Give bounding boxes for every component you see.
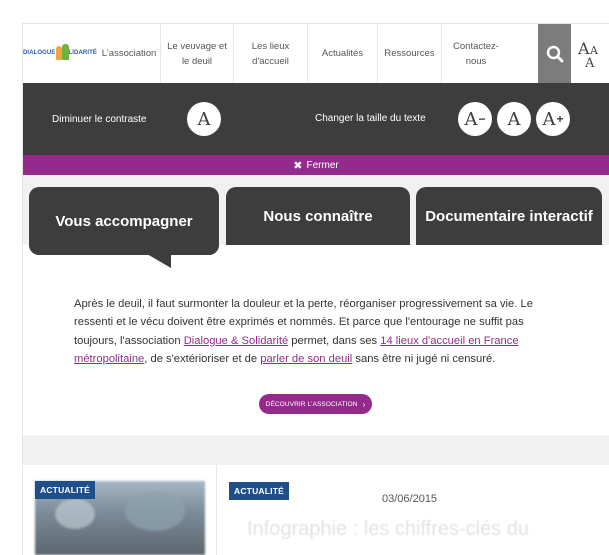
text-normal-button[interactable]: A bbox=[497, 102, 531, 136]
nav-item-label: L'association bbox=[101, 48, 157, 59]
plus-icon: + bbox=[556, 112, 564, 126]
active-tab-pointer bbox=[147, 254, 171, 268]
text-size-icon: A A A bbox=[577, 39, 599, 69]
close-icon: ✖ bbox=[293, 159, 303, 172]
search-button[interactable] bbox=[538, 24, 571, 83]
text-size-toggle-button[interactable]: A A A bbox=[571, 24, 609, 83]
search-icon bbox=[546, 45, 563, 62]
nav-item-label: Contactez-nous bbox=[453, 40, 499, 67]
tab-nous-connaitre[interactable]: Nous connaître bbox=[226, 187, 410, 245]
nav-item-label-line2: d'accueil bbox=[252, 55, 289, 67]
news-date: 03/06/2015 bbox=[382, 493, 438, 505]
news-badge: ACTUALITÉ bbox=[35, 481, 95, 499]
link-dialogue-solidarite[interactable]: Dialogue & Solidarité bbox=[184, 335, 288, 347]
news-divider bbox=[216, 465, 217, 555]
nav-item-label: Actualités bbox=[321, 48, 364, 59]
nav-item-label-line2: le deuil bbox=[181, 55, 213, 67]
main-nav: L'association Le veuvage et le deuil Les… bbox=[98, 24, 510, 83]
contrast-glyph: A bbox=[197, 108, 211, 130]
minus-icon: − bbox=[478, 112, 486, 126]
text-larger-button[interactable]: A + bbox=[536, 102, 570, 136]
intro-text: , de s'extérioriser et de bbox=[144, 352, 261, 365]
text-smaller-glyph: A bbox=[464, 108, 478, 130]
chevron-right-icon: › bbox=[362, 399, 366, 409]
contrast-button[interactable]: A bbox=[187, 102, 221, 136]
tab-label: Nous connaître bbox=[263, 207, 373, 225]
intro-text: sans être ni jugé ni censuré. bbox=[352, 352, 496, 365]
nav-item-ressources[interactable]: Ressources bbox=[377, 24, 441, 83]
accessibility-panel: Diminuer le contraste A Changer la taill… bbox=[23, 83, 609, 155]
discover-association-button[interactable]: DÉCOUVRIR L'ASSOCIATION › bbox=[259, 394, 372, 414]
nav-item-association[interactable]: L'association bbox=[98, 24, 160, 83]
text-smaller-button[interactable]: A − bbox=[458, 102, 492, 136]
text-size-label: Changer la taille du texte bbox=[315, 113, 426, 124]
close-label: Fermer bbox=[306, 159, 339, 171]
site-header: DIALOGUE SOLIDARITÉ L'association Le veu… bbox=[23, 24, 609, 83]
tab-label: Vous accompagner bbox=[55, 212, 193, 230]
nav-item-lieux[interactable]: Les lieux d'accueil bbox=[233, 24, 307, 83]
logo-word-1: DIALOGUE bbox=[23, 50, 56, 56]
close-panel-button[interactable]: ✖ Fermer bbox=[23, 155, 609, 175]
news-badge: ACTUALITÉ bbox=[229, 482, 289, 500]
news-title[interactable]: Infographie : les chiffres-clés du bbox=[247, 518, 529, 541]
nav-item-contact[interactable]: Contactez-nous bbox=[441, 24, 510, 83]
text-normal-glyph: A bbox=[507, 108, 521, 130]
text-larger-glyph: A bbox=[542, 108, 556, 130]
nav-item-veuvage[interactable]: Le veuvage et le deuil bbox=[160, 24, 233, 83]
logo-figures-icon bbox=[56, 44, 70, 62]
page-frame: DIALOGUE SOLIDARITÉ L'association Le veu… bbox=[23, 24, 609, 555]
site-logo[interactable]: DIALOGUE SOLIDARITÉ bbox=[23, 38, 97, 68]
nav-item-actualites[interactable]: Actualités bbox=[307, 24, 377, 83]
intro-paragraph: Après le deuil, il faut surmonter la dou… bbox=[74, 295, 546, 368]
svg-text:A: A bbox=[584, 56, 595, 69]
intro-text: permet, dans ses bbox=[288, 334, 381, 347]
tab-documentaire[interactable]: Documentaire interactif bbox=[416, 187, 602, 245]
tabs-area: Vous accompagner Nous connaître Document… bbox=[23, 175, 609, 255]
contrast-label: Diminuer le contraste bbox=[52, 114, 147, 125]
cta-label: DÉCOUVRIR L'ASSOCIATION bbox=[265, 400, 358, 408]
tab-vous-accompagner[interactable]: Vous accompagner bbox=[29, 187, 219, 255]
link-parler-deuil[interactable]: parler de son deuil bbox=[260, 353, 352, 365]
nav-item-label: Ressources bbox=[384, 48, 435, 59]
tab-label: Documentaire interactif bbox=[425, 207, 593, 225]
nav-item-label: Le veuvage et bbox=[167, 40, 227, 52]
nav-item-label: Les lieux bbox=[251, 40, 290, 52]
